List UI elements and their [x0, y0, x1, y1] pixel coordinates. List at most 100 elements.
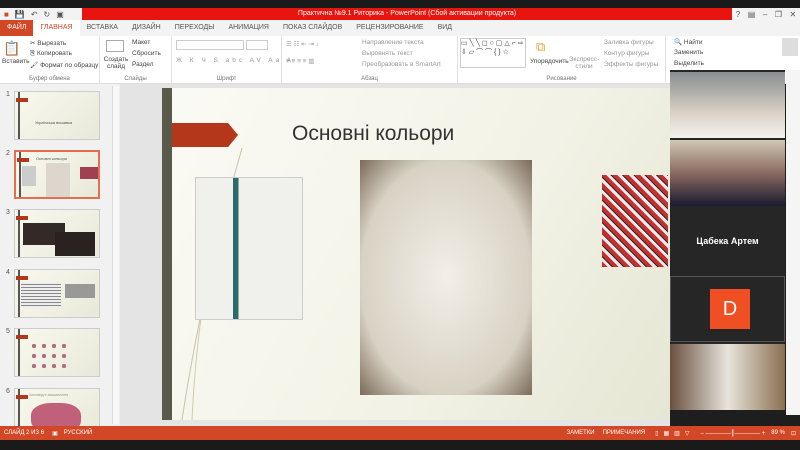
- format-painter-label: Формат по образцу: [40, 62, 99, 69]
- view-buttons[interactable]: ▯▦▥▽: [655, 430, 694, 437]
- shape-fill-button[interactable]: Заливка фигуры: [604, 39, 654, 46]
- help-button[interactable]: ?: [736, 10, 740, 19]
- section-button[interactable]: Раздел: [132, 61, 153, 68]
- slide-thumbnail-3[interactable]: [14, 209, 100, 258]
- find-label: Найти: [683, 39, 703, 46]
- thumb-title: Заповідні вишивання: [29, 392, 69, 397]
- font-format-buttons[interactable]: Ж К Ч S abc AV Aa A: [176, 57, 294, 64]
- participant-video-1[interactable]: [670, 72, 785, 138]
- cut-button[interactable]: ✂ Вырезать: [30, 39, 66, 47]
- paragraph-group-label: Абзац: [361, 76, 378, 82]
- smartart-button[interactable]: Преобразовать в SmartArt: [362, 61, 441, 68]
- paragraph-group: ☰ ☷ ⇤ ⇥ ↕ ≡ ≡ ≡ ≡ ▥ Направление текста В…: [282, 36, 458, 84]
- shapes-gallery[interactable]: ▭ ╲ ╲ ◻ ○ ▢ △ ⌐ ⇨ ⇩ ▱ ⌒ ⌒ { } ☆: [460, 38, 526, 68]
- slides-group: Создать слайд Макет Сбросить Раздел Слай…: [100, 36, 172, 84]
- video-conference-panel: Цабека Артем D: [670, 70, 785, 410]
- thumb-number: 6: [6, 388, 10, 395]
- clipboard-group-label: Буфер обмена: [29, 76, 70, 82]
- thumb-title: Українська вишивка: [35, 120, 73, 125]
- participant-video-3[interactable]: [670, 344, 785, 410]
- paste-icon: 📋: [3, 40, 21, 56]
- tab-file[interactable]: ФАЙЛ: [0, 20, 34, 36]
- zoom-slider[interactable]: – ──────┃────── +: [700, 430, 765, 437]
- language-indicator[interactable]: РУССКИЙ: [64, 430, 92, 436]
- new-slide-icon: [106, 40, 124, 52]
- copy-button[interactable]: ⎘ Копировать: [30, 50, 72, 58]
- slide-counter: СЛАЙД 2 ИЗ 6: [4, 430, 45, 436]
- thumb-title: Основні кольори: [36, 156, 67, 161]
- select-button[interactable]: Выделить: [674, 60, 704, 67]
- tab-slideshow[interactable]: ПОКАЗ СЛАЙДОВ: [276, 20, 349, 36]
- tab-animation[interactable]: АНИМАЦИЯ: [221, 20, 276, 36]
- screen-top-border: [0, 0, 800, 8]
- tab-review[interactable]: РЕЦЕНЗИРОВАНИЕ: [349, 20, 430, 36]
- new-slide-button[interactable]: Создать слайд: [103, 56, 129, 70]
- shape-outline-button[interactable]: Контур фигуры: [604, 50, 649, 57]
- paste-button[interactable]: Вставить: [2, 58, 30, 65]
- restore-button[interactable]: ❐: [775, 10, 782, 19]
- user-avatar-icon[interactable]: [782, 38, 798, 56]
- thumb-number: 5: [6, 328, 10, 335]
- font-name-select[interactable]: [176, 40, 244, 50]
- find-button[interactable]: 🔍 Найти: [674, 38, 702, 46]
- thumb-number: 4: [6, 269, 10, 276]
- participant-video-2[interactable]: [670, 140, 785, 206]
- slide-thumbnail-2[interactable]: Основні кольори: [14, 150, 100, 199]
- quick-access-toolbar: ■ 💾 ↶ ↻ ▣: [0, 8, 82, 20]
- ribbon-tabs: ФАЙЛ ГЛАВНАЯ ВСТАВКА ДИЗАЙН ПЕРЕХОДЫ АНИ…: [0, 20, 800, 36]
- layout-button[interactable]: Макет: [132, 39, 150, 46]
- slide-side-bar: [162, 88, 172, 420]
- tab-home[interactable]: ГЛАВНАЯ: [33, 20, 80, 36]
- embroidered-shirt-image-1[interactable]: [195, 177, 303, 320]
- redo-icon[interactable]: ↻: [44, 10, 51, 19]
- tab-transitions[interactable]: ПЕРЕХОДЫ: [168, 20, 222, 36]
- slide-thumbnail-5[interactable]: [14, 328, 100, 377]
- cut-label: Вырезать: [37, 40, 67, 47]
- slide-scrollbar[interactable]: [786, 70, 800, 415]
- save-icon[interactable]: 💾: [15, 10, 25, 19]
- slides-group-label: Слайды: [124, 76, 147, 82]
- format-painter-button[interactable]: 🖌 Формат по образцу: [30, 61, 98, 69]
- tab-design[interactable]: ДИЗАЙН: [125, 20, 168, 36]
- comments-button[interactable]: ПРИМЕЧАНИЯ: [603, 430, 646, 436]
- participant-avatar: D: [710, 289, 750, 329]
- thumbnails-scrollbar[interactable]: [112, 86, 119, 424]
- minimize-button[interactable]: –: [763, 10, 767, 19]
- clipboard-group: 📋 Вставить ✂ Вырезать ⎘ Копировать 🖌 Фор…: [0, 36, 100, 84]
- participant-avatar-tile[interactable]: D: [670, 276, 785, 342]
- list-buttons[interactable]: ☰ ☷ ⇤ ⇥ ↕: [286, 40, 319, 48]
- fit-to-window-icon[interactable]: ⊡: [791, 430, 796, 437]
- start-slideshow-icon[interactable]: ▣: [56, 10, 64, 19]
- arrange-button[interactable]: Упорядочить: [530, 58, 569, 65]
- notes-button[interactable]: ЗАМЕТКИ: [566, 430, 594, 436]
- tab-insert[interactable]: ВСТАВКА: [80, 20, 125, 36]
- reset-button[interactable]: Сбросить: [132, 50, 161, 57]
- participant-name-tile[interactable]: Цабека Артем: [670, 208, 785, 274]
- thumb-number: 2: [6, 150, 10, 157]
- slide-thumbnail-1[interactable]: Українська вишивка: [14, 91, 100, 140]
- replace-button[interactable]: Заменить: [674, 49, 703, 56]
- embroidered-towel-image[interactable]: [602, 175, 668, 267]
- shape-effects-button[interactable]: Эффекты фигуры: [604, 61, 658, 68]
- powerpoint-icon: ■: [4, 9, 9, 19]
- tab-view[interactable]: ВИД: [431, 20, 459, 36]
- arrange-icon: ⧉: [536, 39, 546, 54]
- title-arrow-shape: [172, 123, 238, 147]
- slide-thumbnail-4[interactable]: [14, 269, 100, 318]
- undo-icon[interactable]: ↶: [31, 10, 38, 19]
- font-size-select[interactable]: [246, 40, 268, 50]
- ribbon-options-icon[interactable]: ▤: [748, 10, 756, 19]
- window-controls: ? ▤ – ❐ ✕: [732, 8, 800, 20]
- slide-title[interactable]: Основні кольори: [292, 122, 454, 146]
- close-button[interactable]: ✕: [790, 10, 797, 19]
- text-direction-button[interactable]: Направление текста: [362, 39, 424, 46]
- drawing-group-label: Рисование: [546, 76, 577, 82]
- embroidered-shirt-image-2[interactable]: [360, 160, 532, 395]
- font-group: Ж К Ч S abc AV Aa A Шрифт: [172, 36, 291, 84]
- quick-styles-button[interactable]: Экспресс-стили: [568, 56, 600, 70]
- align-text-button[interactable]: Выровнять текст: [362, 50, 413, 57]
- window-title: Практична №9.1 Риторика - PowerPoint (Сб…: [82, 8, 732, 20]
- spellcheck-icon[interactable]: ▣: [52, 430, 58, 437]
- zoom-level[interactable]: 89 %: [771, 430, 785, 436]
- align-buttons[interactable]: ≡ ≡ ≡ ≡ ▥: [286, 57, 315, 65]
